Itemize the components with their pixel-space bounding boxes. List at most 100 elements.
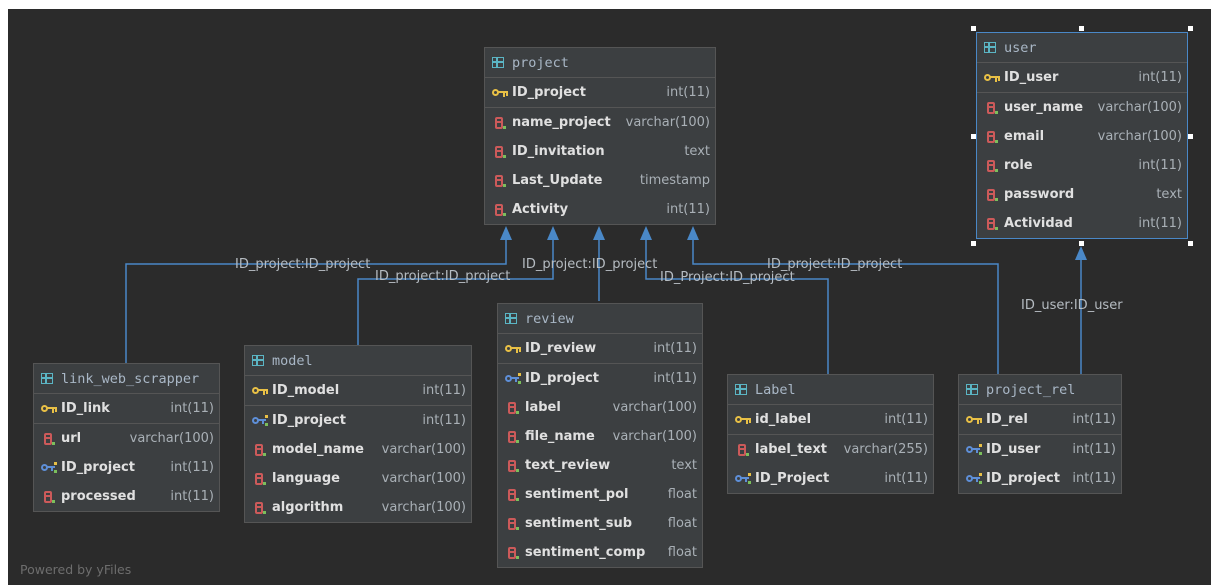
resize-handle[interactable] (1079, 241, 1084, 246)
column-icon (504, 459, 522, 473)
table-header[interactable]: model (245, 346, 471, 376)
field-row[interactable]: ID_user int(11) (977, 63, 1187, 92)
field-row[interactable]: file_name varchar(100) (498, 422, 702, 451)
field-row[interactable]: ID_user int(11) (959, 435, 1121, 464)
field-row[interactable]: ID_link int(11) (34, 394, 219, 423)
field-row[interactable]: label varchar(100) (498, 393, 702, 422)
field-row[interactable]: ID_review int(11) (498, 334, 702, 363)
field-row[interactable]: language varchar(100) (245, 464, 471, 493)
primary-key-icon (491, 86, 509, 100)
foreign-key-icon (251, 414, 269, 428)
field-name: ID_review (525, 341, 597, 356)
field-name: sentiment_pol (525, 487, 629, 502)
column-icon (251, 472, 269, 486)
column-icon (251, 443, 269, 457)
field-row[interactable]: sentiment_comp float (498, 538, 702, 567)
field-row[interactable]: ID_Project int(11) (728, 464, 933, 493)
field-type: text (671, 458, 697, 473)
field-type: int(11) (1138, 216, 1182, 231)
field-row[interactable]: user_name varchar(100) (977, 93, 1187, 122)
field-type: int(11) (1138, 70, 1182, 85)
field-name: email (1004, 129, 1045, 144)
table-header[interactable]: project (485, 48, 715, 78)
table-review[interactable]: review ID_review int(11) ID_project int(11) l… (497, 303, 703, 568)
field-name: name_project (512, 115, 611, 130)
table-header[interactable]: project_rel (959, 375, 1121, 405)
field-row[interactable]: model_name varchar(100) (245, 435, 471, 464)
table-header[interactable]: review (498, 304, 702, 334)
resize-handle[interactable] (1188, 241, 1193, 246)
primary-key-section: ID_link int(11) (34, 394, 219, 424)
primary-key-section: ID_review int(11) (498, 334, 702, 364)
primary-key-icon (251, 384, 269, 398)
field-name: Actividad (1004, 216, 1073, 231)
field-type: int(11) (170, 460, 214, 475)
field-name: ID_project (512, 85, 586, 100)
field-row[interactable]: url varchar(100) (34, 424, 219, 453)
table-icon (492, 57, 504, 68)
field-type: varchar(100) (1097, 100, 1182, 115)
field-row[interactable]: ID_project int(11) (959, 464, 1121, 493)
field-row[interactable]: id_label int(11) (728, 405, 933, 434)
field-type: text (684, 144, 710, 159)
primary-key-icon (40, 402, 58, 416)
column-icon (491, 145, 509, 159)
field-row[interactable]: Actividad int(11) (977, 209, 1187, 238)
field-name: id_label (755, 412, 812, 427)
resize-handle[interactable] (971, 134, 976, 139)
field-row[interactable]: algorithm varchar(100) (245, 493, 471, 522)
field-row[interactable]: email varchar(100) (977, 122, 1187, 151)
field-row[interactable]: password text (977, 180, 1187, 209)
field-row[interactable]: ID_project int(11) (485, 78, 715, 107)
table-name: project (512, 54, 569, 71)
column-icon (504, 517, 522, 531)
field-row[interactable]: ID_rel int(11) (959, 405, 1121, 434)
relation-label: ID_user:ID_user (1021, 298, 1123, 313)
field-row[interactable]: ID_project int(11) (498, 364, 702, 393)
primary-key-section: ID_user int(11) (977, 63, 1187, 93)
foreign-key-icon (965, 472, 983, 486)
field-row[interactable]: text_review text (498, 451, 702, 480)
field-row[interactable]: Last_Update timestamp (485, 166, 715, 195)
diagram-canvas[interactable]: ID_project:ID_project ID_project:ID_proj… (8, 9, 1211, 585)
field-row[interactable]: role int(11) (977, 151, 1187, 180)
primary-key-icon (983, 71, 1001, 85)
field-type: varchar(100) (381, 500, 466, 515)
field-row[interactable]: ID_project int(11) (34, 453, 219, 482)
field-row[interactable]: label_text varchar(255) (728, 435, 933, 464)
field-row[interactable]: ID_invitation text (485, 137, 715, 166)
field-row[interactable]: ID_project int(11) (245, 406, 471, 435)
columns-section: ID_user int(11) ID_project int(11) (959, 435, 1121, 493)
field-row[interactable]: Activity int(11) (485, 195, 715, 224)
field-type: int(11) (884, 471, 928, 486)
table-project[interactable]: project ID_project int(11) name_project varc… (484, 47, 716, 225)
field-row[interactable]: sentiment_pol float (498, 480, 702, 509)
table-header[interactable]: Label (728, 375, 933, 405)
table-header[interactable]: user (977, 33, 1187, 63)
field-row[interactable]: sentiment_sub float (498, 509, 702, 538)
table-user[interactable]: user ID_user int(11) user_name varchar(100) e… (976, 32, 1188, 239)
foreign-key-icon (734, 472, 752, 486)
field-name: password (1004, 187, 1075, 202)
field-type: varchar(100) (381, 442, 466, 457)
field-name: model_name (272, 442, 364, 457)
resize-handle[interactable] (971, 26, 976, 31)
table-project-rel[interactable]: project_rel ID_rel int(11) ID_user int(11) ID… (958, 374, 1122, 494)
field-type: timestamp (639, 173, 710, 188)
resize-handle[interactable] (1188, 26, 1193, 31)
field-type: varchar(100) (612, 429, 697, 444)
table-link-web-scrapper[interactable]: link_web_scrapper ID_link int(11) url varcha… (33, 363, 220, 512)
table-header[interactable]: link_web_scrapper (34, 364, 219, 394)
resize-handle[interactable] (1079, 26, 1084, 31)
field-type: float (667, 487, 697, 502)
table-label[interactable]: Label id_label int(11) label_text varchar(25… (727, 374, 934, 494)
table-name: Label (755, 381, 796, 398)
field-row[interactable]: ID_model int(11) (245, 376, 471, 405)
field-type: varchar(100) (381, 471, 466, 486)
resize-handle[interactable] (971, 241, 976, 246)
field-row[interactable]: name_project varchar(100) (485, 108, 715, 137)
field-row[interactable]: processed int(11) (34, 482, 219, 511)
field-name: ID_user (1004, 70, 1059, 85)
table-model[interactable]: model ID_model int(11) ID_project int(11) mod… (244, 345, 472, 523)
resize-handle[interactable] (1188, 134, 1193, 139)
